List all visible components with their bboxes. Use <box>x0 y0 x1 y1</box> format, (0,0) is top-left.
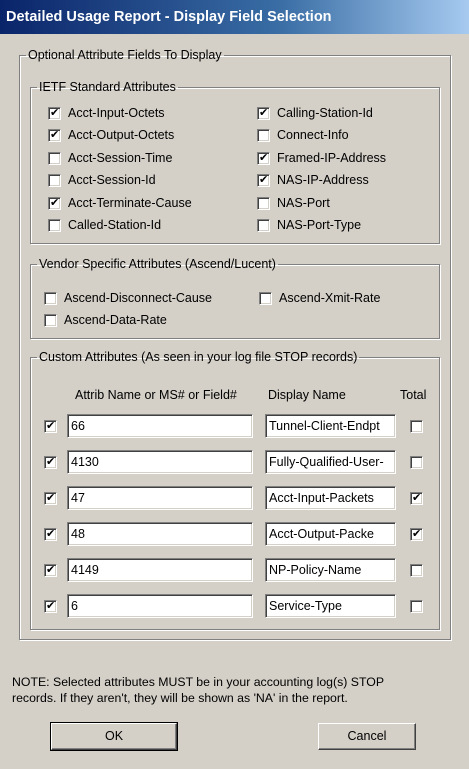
checkbox-label: NAS-IP-Address <box>277 173 369 187</box>
checkbox-label: Framed-IP-Address <box>277 151 387 165</box>
checkbox-box[interactable] <box>48 218 61 232</box>
checkbox-acct-session-id[interactable]: Acct-Session-Id <box>48 171 156 189</box>
custom-row-total-checkbox[interactable] <box>410 490 423 505</box>
custom-row-display-input[interactable]: Tunnel-Client-Endpt <box>265 414 396 438</box>
custom-row-attrib-input[interactable]: 48 <box>67 522 253 546</box>
custom-row-enable-checkbox[interactable] <box>44 418 57 433</box>
checkbox-acct-output-octets[interactable]: Acct-Output-Octets <box>48 126 174 144</box>
custom-row-display-input[interactable]: Service-Type <box>265 594 396 618</box>
checkbox-box[interactable] <box>257 172 270 187</box>
note-line-2: records. If they aren't, they will be sh… <box>12 691 348 705</box>
custom-row-attrib-input[interactable]: 47 <box>67 486 253 510</box>
checkbox-label: Acct-Terminate-Cause <box>68 196 192 210</box>
checkbox-box[interactable] <box>257 105 270 120</box>
checkbox-box[interactable] <box>259 291 272 305</box>
checkbox-nas-ip-address[interactable]: NAS-IP-Address <box>257 171 369 189</box>
checkbox-box[interactable] <box>48 151 61 165</box>
custom-row-enable-checkbox[interactable] <box>44 490 57 505</box>
custom-row-attrib-input[interactable]: 4149 <box>67 558 253 582</box>
checkbox-nas-port[interactable]: NAS-Port <box>257 194 330 212</box>
dialog-window: Detailed Usage Report - Display Field Se… <box>0 0 469 769</box>
checkbox-label: Ascend-Data-Rate <box>64 313 167 327</box>
custom-row-total-checkbox[interactable] <box>410 456 423 469</box>
checkbox-label: Acct-Session-Time <box>68 151 173 165</box>
note-text: NOTE: Selected attributes MUST be in you… <box>12 674 462 706</box>
checkbox-label: Ascend-Xmit-Rate <box>279 291 381 305</box>
custom-row-attrib-input[interactable]: 66 <box>67 414 253 438</box>
window-title: Detailed Usage Report - Display Field Se… <box>6 9 332 25</box>
note-line-1: NOTE: Selected attributes MUST be in you… <box>12 675 385 689</box>
checkbox-box[interactable] <box>48 127 61 142</box>
title-bar[interactable]: Detailed Usage Report - Display Field Se… <box>0 0 469 34</box>
custom-row-attrib-input[interactable]: 4130 <box>67 450 253 474</box>
custom-row-display-input[interactable]: Acct-Input-Packets <box>265 486 396 510</box>
checkbox-box[interactable] <box>48 105 61 120</box>
checkbox-connect-info[interactable]: Connect-Info <box>257 126 349 144</box>
checkbox-box[interactable] <box>257 196 270 210</box>
checkbox-box[interactable] <box>257 150 270 165</box>
checkbox-ascend-disconnect-cause[interactable]: Ascend-Disconnect-Cause <box>44 289 212 307</box>
column-header-attrib: Attrib Name or MS# or Field# <box>75 388 237 402</box>
custom-row-enable-checkbox[interactable] <box>44 526 57 541</box>
checkbox-called-station-id[interactable]: Called-Station-Id <box>48 216 161 234</box>
checkbox-label: NAS-Port-Type <box>277 218 362 232</box>
column-header-total: Total <box>400 388 427 402</box>
checkbox-label: Called-Station-Id <box>68 218 162 232</box>
checkbox-label: Acct-Input-Octets <box>68 106 165 120</box>
vendor-attributes-legend: Vendor Specific Attributes (Ascend/Lucen… <box>39 257 276 271</box>
checkbox-calling-station-id[interactable]: Calling-Station-Id <box>257 104 373 122</box>
checkbox-label: Calling-Station-Id <box>277 106 373 120</box>
checkbox-acct-terminate-cause[interactable]: Acct-Terminate-Cause <box>48 194 192 212</box>
custom-attributes-legend: Custom Attributes (As seen in your log f… <box>39 350 358 364</box>
checkbox-label: Acct-Session-Id <box>68 173 156 187</box>
checkbox-box[interactable] <box>257 218 270 232</box>
column-header-display-name: Display Name <box>268 388 346 402</box>
checkbox-box[interactable] <box>48 173 61 187</box>
checkbox-acct-input-octets[interactable]: Acct-Input-Octets <box>48 104 165 122</box>
checkbox-ascend-xmit-rate[interactable]: Ascend-Xmit-Rate <box>259 289 380 307</box>
custom-row-enable-checkbox[interactable] <box>44 454 57 469</box>
checkbox-label: Acct-Output-Octets <box>68 128 175 142</box>
checkbox-box[interactable] <box>44 313 57 327</box>
custom-row-total-checkbox[interactable] <box>410 564 423 577</box>
checkbox-box[interactable] <box>257 128 270 142</box>
cancel-button[interactable]: Cancel <box>318 723 416 750</box>
custom-row-display-input[interactable]: Fully-Qualified-User- <box>265 450 396 474</box>
checkbox-framed-ip-address[interactable]: Framed-IP-Address <box>257 149 386 167</box>
custom-row-total-checkbox[interactable] <box>410 526 423 541</box>
custom-row-display-input[interactable]: Acct-Output-Packe <box>265 522 396 546</box>
optional-attributes-legend: Optional Attribute Fields To Display <box>28 48 222 62</box>
checkbox-box[interactable] <box>44 291 57 305</box>
checkbox-label: Ascend-Disconnect-Cause <box>64 291 212 305</box>
checkbox-nas-port-type[interactable]: NAS-Port-Type <box>257 216 361 234</box>
custom-row-total-checkbox[interactable] <box>410 600 423 613</box>
checkbox-label: NAS-Port <box>277 196 330 210</box>
custom-row-display-input[interactable]: NP-Policy-Name <box>265 558 396 582</box>
custom-row-enable-checkbox[interactable] <box>44 562 57 577</box>
custom-row-attrib-input[interactable]: 6 <box>67 594 253 618</box>
checkbox-label: Connect-Info <box>277 128 349 142</box>
checkbox-box[interactable] <box>48 195 61 210</box>
custom-row-total-checkbox[interactable] <box>410 420 423 433</box>
checkbox-ascend-data-rate[interactable]: Ascend-Data-Rate <box>44 311 167 329</box>
custom-row-enable-checkbox[interactable] <box>44 598 57 613</box>
ietf-attributes-legend: IETF Standard Attributes <box>39 80 176 94</box>
checkbox-acct-session-time[interactable]: Acct-Session-Time <box>48 149 172 167</box>
ok-button[interactable]: OK <box>50 722 178 751</box>
